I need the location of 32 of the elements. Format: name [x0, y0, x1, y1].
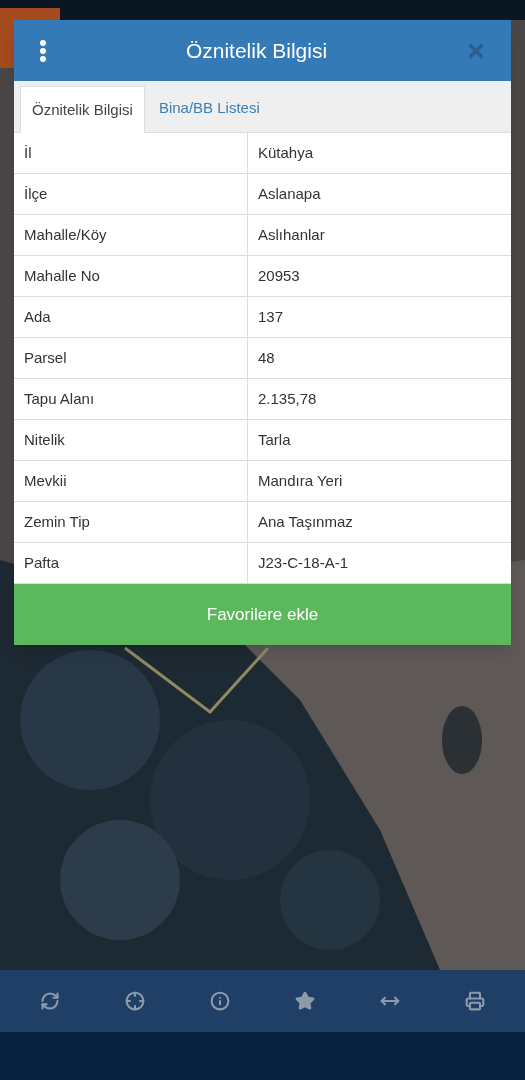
attribute-name: Pafta	[14, 543, 248, 583]
attribute-value: 48	[257, 347, 276, 368]
star-icon[interactable]	[294, 991, 315, 1011]
tab[interactable]: Bina/BB Listesi	[144, 85, 274, 132]
attribute-value: 2.135,78	[257, 388, 318, 409]
menu-icon[interactable]	[38, 39, 48, 62]
attribute-value: Aslıhanlar	[257, 224, 326, 245]
crosshair-icon[interactable]	[125, 991, 146, 1011]
attribute-value: Tarla	[257, 429, 292, 450]
attribute-value: 137	[257, 306, 285, 327]
attribute-name: Tapu Alanı	[14, 379, 248, 419]
attribute-value: Ana Taşınmaz	[257, 511, 354, 532]
attribute-name: Ada	[14, 297, 248, 337]
refresh-icon[interactable]	[40, 991, 61, 1011]
attribute-name: İl	[14, 133, 248, 173]
print-icon[interactable]	[464, 991, 485, 1011]
tab[interactable]: Öznitelik Bilgisi	[20, 86, 145, 133]
add-to-favorites-button[interactable]: Favorilere ekle	[14, 584, 511, 645]
attribute-name: Mahalle No	[14, 256, 248, 296]
attribute-value: J23-C-18-A-1	[257, 552, 350, 573]
attribute-value: Aslanapa	[257, 183, 322, 204]
attribute-name: Mahalle/Köy	[14, 215, 248, 255]
attribute-name: Parsel	[14, 338, 248, 378]
attribute-name: Zemin Tip	[14, 502, 248, 542]
attribute-name: İlçe	[14, 174, 248, 214]
attribute-name: Mevkii	[14, 461, 248, 501]
attribute-value: 20953	[257, 265, 301, 286]
info-icon[interactable]	[210, 991, 231, 1011]
attribute-name: Nitelik	[14, 420, 248, 460]
dialog-title: Öznitelik Bilgisi	[184, 37, 329, 64]
attribute-value: Mandıra Yeri	[257, 470, 344, 491]
attribute-value: Kütahya	[257, 142, 315, 163]
